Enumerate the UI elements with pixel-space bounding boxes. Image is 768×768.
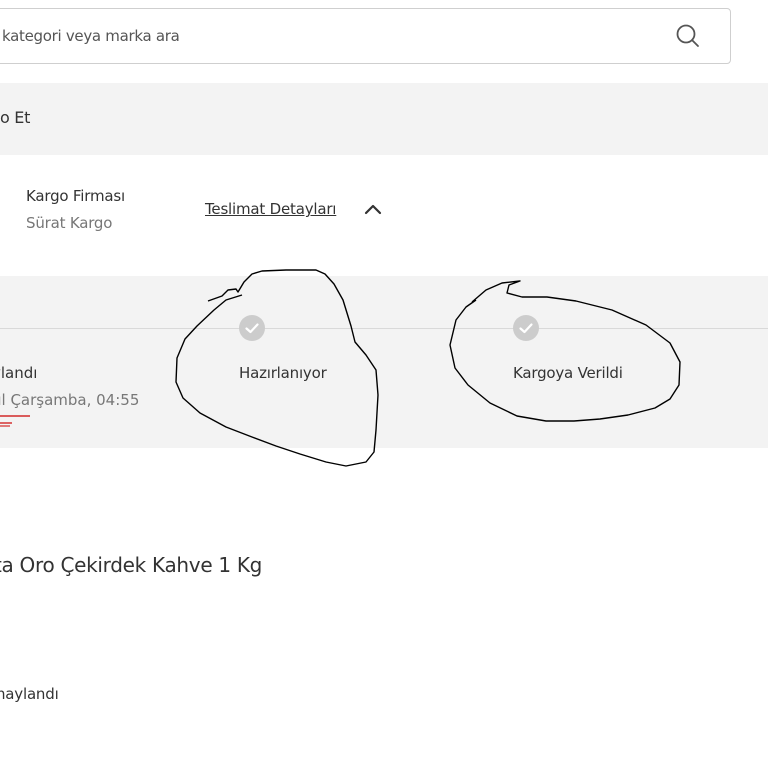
- chevron-up-icon[interactable]: [363, 200, 383, 218]
- track-label: o Et: [0, 108, 31, 127]
- delivery-details-link[interactable]: Teslimat Detayları: [205, 200, 336, 218]
- product-title[interactable]: ta Oro Çekirdek Kahve 1 Kg: [0, 553, 262, 577]
- red-underline-annotation: [0, 415, 30, 427]
- step-confirmed-date: ül Çarşamba, 04:55: [0, 391, 140, 409]
- status-progress-line: [0, 328, 768, 329]
- search-icon[interactable]: [675, 23, 701, 49]
- cargo-company-value: Sürat Kargo: [26, 214, 113, 232]
- check-circle-icon: [513, 315, 539, 341]
- search-box[interactable]: [0, 8, 731, 64]
- step-preparing-label: Hazırlanıyor: [239, 364, 327, 382]
- cargo-company-label: Kargo Firması: [26, 187, 125, 205]
- search-input[interactable]: [2, 9, 662, 63]
- bottom-status-label: naylandı: [0, 685, 59, 703]
- track-bar[interactable]: [0, 83, 768, 155]
- check-circle-icon: [239, 315, 265, 341]
- step-shipped-label: Kargoya Verildi: [513, 364, 623, 382]
- step-confirmed-label: ylandı: [0, 364, 38, 382]
- order-status-panel: [0, 276, 768, 448]
